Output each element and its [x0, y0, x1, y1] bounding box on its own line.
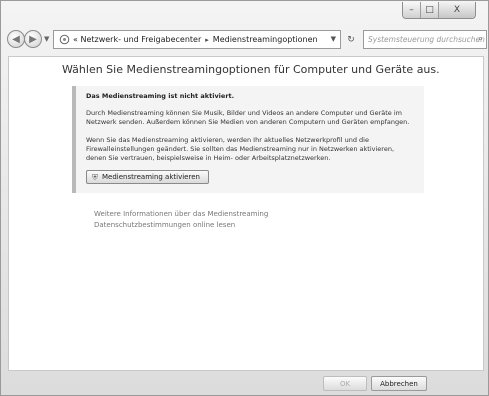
- activate-streaming-label: Medienstreaming aktivieren: [102, 172, 200, 181]
- info-box: Das Medienstreaming ist nicht aktiviert.…: [72, 86, 424, 193]
- search-placeholder: Systemsteuerung durchsuchen: [368, 35, 485, 44]
- info-heading: Das Medienstreaming ist nicht aktiviert.: [86, 92, 235, 100]
- forward-button[interactable]: ▶: [24, 30, 42, 48]
- shield-icon: ⛨: [92, 172, 98, 182]
- content-panel: Wählen Sie Medienstreamingoptionen für C…: [8, 56, 484, 371]
- search-icon[interactable]: ⌕: [478, 34, 483, 44]
- caption-buttons: – □ X: [402, 2, 476, 19]
- activate-streaming-button[interactable]: ⛨ Medienstreaming aktivieren: [86, 170, 209, 184]
- back-button[interactable]: ◀: [7, 30, 25, 48]
- breadcrumb-separator[interactable]: ▸: [205, 36, 209, 44]
- maximize-button[interactable]: □: [421, 2, 439, 18]
- dialog-buttons: OK Abbrechen: [1, 373, 489, 395]
- forward-arrow-icon: ▶: [29, 33, 37, 45]
- breadcrumb-network-center[interactable]: Netzwerk- und Freigabecenter: [80, 35, 201, 44]
- minimize-button[interactable]: –: [403, 2, 421, 18]
- history-dropdown-icon[interactable]: ▼: [44, 35, 49, 43]
- address-dropdown-icon[interactable]: ▼: [331, 35, 336, 43]
- address-prefix: «: [73, 35, 78, 44]
- address-bar[interactable]: « Netzwerk- und Freigabecenter ▸ Mediens…: [53, 30, 341, 49]
- back-arrow-icon: ◀: [12, 33, 20, 45]
- page-title: Wählen Sie Medienstreamingoptionen für C…: [62, 63, 440, 76]
- breadcrumb-media-streaming[interactable]: Medienstreamingoptionen: [213, 35, 318, 44]
- window: – □ X ◀ ▶ ▼ « Netzwerk- und Freigabecent…: [0, 0, 489, 396]
- more-info-link[interactable]: Weitere Informationen über das Medienstr…: [94, 210, 268, 218]
- cancel-button[interactable]: Abbrechen: [371, 376, 427, 391]
- navigation-bar: ◀ ▶ ▼ « Netzwerk- und Freigabecenter ▸ M…: [1, 27, 489, 51]
- close-button[interactable]: X: [439, 2, 475, 18]
- ok-button[interactable]: OK: [323, 376, 367, 391]
- network-icon: [58, 34, 70, 46]
- info-paragraph-1: Durch Medienstreaming können Sie Musik, …: [86, 109, 410, 126]
- refresh-button[interactable]: ↻: [344, 30, 358, 49]
- search-input[interactable]: Systemsteuerung durchsuchen ⌕: [363, 30, 487, 49]
- info-paragraph-2: Wenn Sie das Medienstreaming aktivieren,…: [86, 136, 395, 162]
- refresh-icon: ↻: [347, 34, 355, 45]
- privacy-link[interactable]: Datenschutzbestimmungen online lesen: [94, 221, 235, 229]
